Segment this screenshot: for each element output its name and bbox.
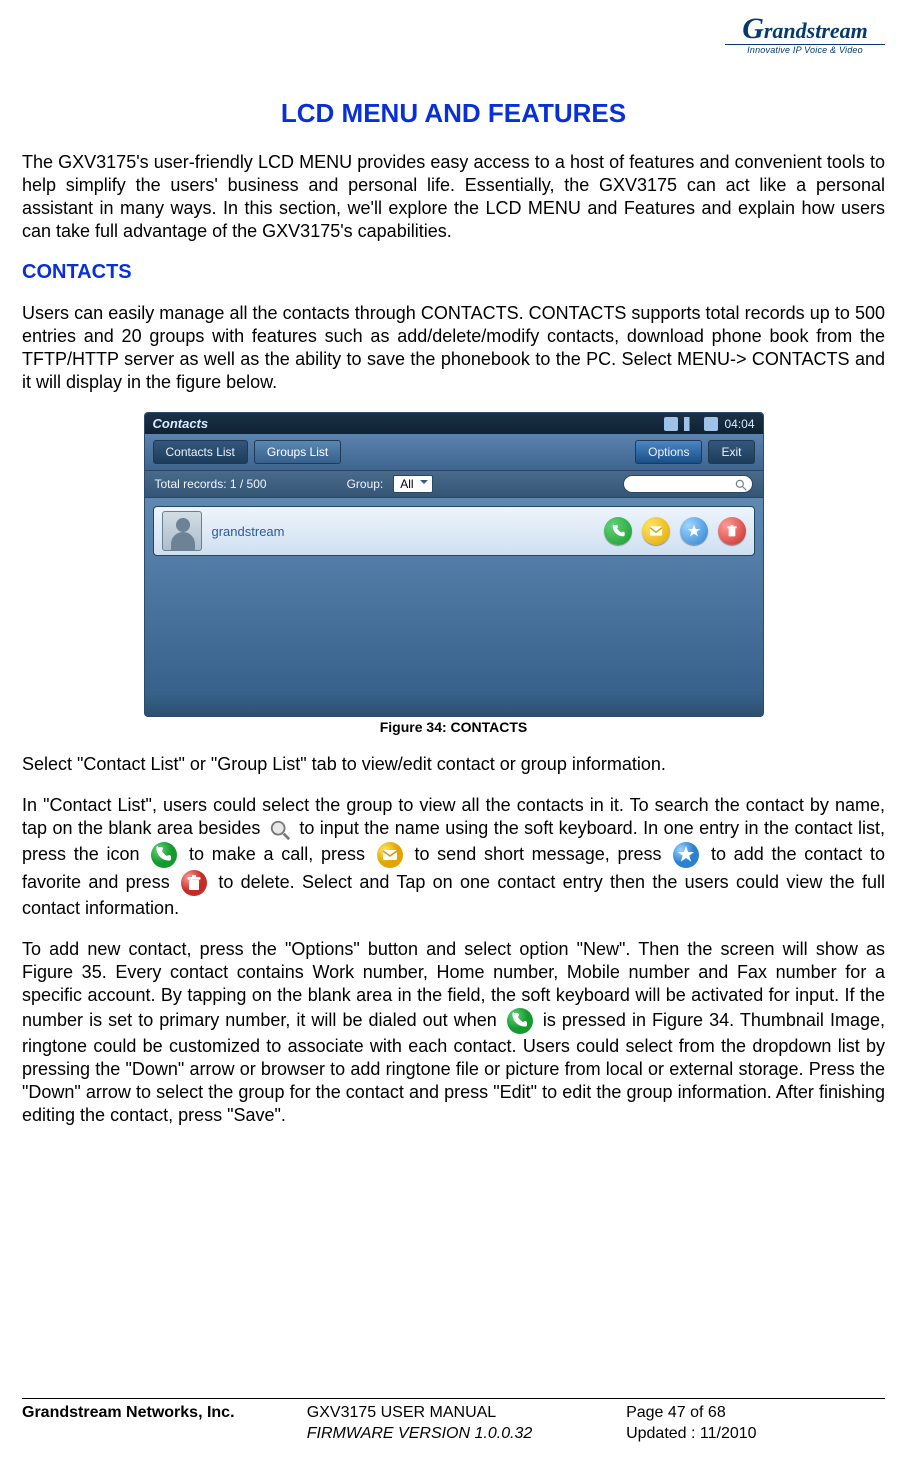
add-contact-instructions: To add new contact, press the "Options" … [22,938,885,1127]
favorite-icon [672,841,700,869]
delete-icon[interactable] [718,517,746,545]
contact-list: grandstream [145,498,763,716]
search-icon [734,478,748,492]
message-icon [376,841,404,869]
system-tray: 04:04 [664,417,754,431]
contact-name: grandstream [212,524,594,539]
figure-caption: Figure 34: CONTACTS [22,719,885,735]
section-heading-contacts: CONTACTS [22,261,885,284]
footer-firmware: FIRMWARE VERSION 1.0.0.32 [307,1424,626,1445]
options-button[interactable]: Options [635,440,702,464]
tray-icon-1 [664,417,678,431]
avatar [162,511,202,551]
tray-icon-3 [704,417,718,431]
group-dropdown[interactable]: All [393,475,432,493]
footer-company: Grandstream Networks, Inc. [22,1403,307,1445]
total-records-label: Total records: 1 / 500 [155,477,267,491]
brand-tagline: Innovative IP Voice & Video [725,44,885,55]
contacts-intro-paragraph: Users can easily manage all the contacts… [22,302,885,394]
filter-bar: Total records: 1 / 500 Group: All [145,470,763,498]
footer-updated: Updated : 11/2010 [626,1424,885,1445]
page-footer: Grandstream Networks, Inc. GXV3175 USER … [22,1398,885,1445]
call-icon [506,1007,534,1035]
window-titlebar: Contacts 04:04 [145,413,763,434]
message-icon[interactable] [642,517,670,545]
clock: 04:04 [724,417,754,431]
footer-doc-title: GXV3175 USER MANUAL [307,1403,626,1424]
group-label: Group: [347,477,384,491]
volume-icon [684,417,698,431]
brand-logo: GGrandstreamrandstream Innovative IP Voi… [725,14,885,55]
page-title: LCD MENU AND FEATURES [22,98,885,129]
select-tab-paragraph: Select "Contact List" or "Group List" ta… [22,753,885,776]
figure-contacts-screenshot: Contacts 04:04 Contacts List Groups List… [144,412,764,717]
tab-groups-list[interactable]: Groups List [254,440,341,464]
delete-icon [180,869,208,897]
toolbar: Contacts List Groups List Options Exit [145,434,763,470]
contact-list-instructions: In "Contact List", users could select th… [22,794,885,919]
window-title: Contacts [153,416,209,431]
call-icon [150,841,178,869]
call-icon[interactable] [604,517,632,545]
intro-paragraph: The GXV3175's user-friendly LCD MENU pro… [22,151,885,243]
search-icon [269,819,291,841]
brand-name: GGrandstreamrandstream [725,14,885,44]
list-item[interactable]: grandstream [153,506,755,556]
tab-contacts-list[interactable]: Contacts List [153,440,248,464]
favorite-icon[interactable] [680,517,708,545]
exit-button[interactable]: Exit [708,440,754,464]
footer-page: Page 47 of 68 [626,1403,885,1424]
search-input[interactable] [623,475,753,493]
